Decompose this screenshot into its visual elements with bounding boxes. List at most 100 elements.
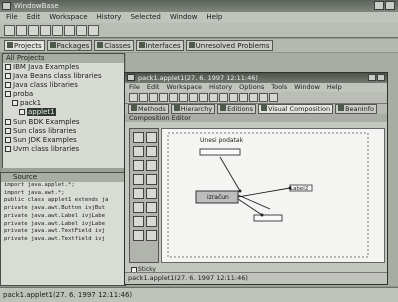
code-line[interactable]: private java.awt.Label ivjLabe — [1, 213, 125, 221]
class-icon — [19, 109, 25, 116]
align-top-icon[interactable] — [189, 93, 198, 102]
save-icon[interactable] — [139, 93, 148, 102]
tab-hierarchy[interactable]: Hierarchy — [170, 104, 216, 114]
tab-packages[interactable]: Packages — [46, 40, 93, 51]
composition-canvas[interactable]: Unesi podatak izračun Label2 — [161, 128, 385, 263]
input-textfield[interactable] — [199, 148, 241, 156]
code-line[interactable]: private java.awt.TextField ivj — [1, 228, 125, 236]
code-line[interactable]: import java.awt.*; — [1, 190, 125, 198]
palette-frame-icon[interactable] — [133, 202, 144, 213]
menu-workspace[interactable]: Workspace — [166, 83, 202, 92]
palette-choice-icon[interactable] — [133, 174, 144, 185]
tab-interfaces[interactable]: Interfaces — [135, 40, 184, 51]
palette-variable-icon[interactable] — [133, 216, 144, 227]
palette-checkbox-icon[interactable] — [133, 160, 144, 171]
tree-item[interactable]: Sun BDK Examples — [3, 118, 124, 127]
debug-icon[interactable] — [52, 25, 63, 36]
palette-canvas-icon[interactable] — [146, 188, 157, 199]
minimize-icon[interactable] — [368, 74, 376, 81]
class-icon[interactable] — [64, 25, 75, 36]
menu-edit[interactable]: Edit — [27, 12, 41, 23]
palette-menu-icon[interactable] — [146, 202, 157, 213]
tab-visual-composition[interactable]: Visual Composition — [258, 104, 334, 114]
menu-window[interactable]: Window — [170, 12, 198, 23]
tree-item[interactable]: Sun JDK Examples — [3, 136, 124, 145]
palette-bean-icon[interactable] — [133, 230, 144, 241]
align-center-icon[interactable] — [169, 93, 178, 102]
menu-window[interactable]: Window — [294, 83, 320, 92]
palette-button-icon[interactable] — [133, 132, 144, 143]
system-menu-icon[interactable] — [127, 74, 135, 81]
open-icon[interactable] — [4, 25, 15, 36]
menu-history[interactable]: History — [209, 83, 232, 92]
menu-help[interactable]: Help — [206, 12, 222, 23]
tree-item[interactable]: pack1 — [3, 99, 124, 108]
tree-item[interactable]: Java Beans class libraries — [3, 72, 124, 81]
tab-editions[interactable]: Editions — [217, 104, 257, 114]
tab-unresolved-problems[interactable]: Unresolved Problems — [185, 40, 273, 51]
menu-edit[interactable]: Edit — [147, 83, 160, 92]
tree-item[interactable]: Uvm class libraries — [3, 145, 124, 154]
project-icon — [5, 145, 11, 152]
grid-icon[interactable] — [229, 93, 238, 102]
connection-line[interactable] — [237, 198, 263, 216]
palette-panel-icon[interactable] — [146, 174, 157, 185]
align-left-icon[interactable] — [159, 93, 168, 102]
connections-icon[interactable] — [249, 93, 258, 102]
properties-icon[interactable] — [239, 93, 248, 102]
tab-classes[interactable]: Classes — [94, 40, 134, 51]
palette-textarea-icon[interactable] — [146, 146, 157, 157]
palette-label-icon[interactable] — [146, 132, 157, 143]
method-icon[interactable] — [76, 25, 87, 36]
menu-selected[interactable]: Selected — [130, 12, 160, 23]
menu-file[interactable]: File — [6, 12, 18, 23]
tree-item[interactable]: Sun class libraries — [3, 127, 124, 136]
menu-history[interactable]: History — [97, 12, 122, 23]
package-icon[interactable] — [88, 25, 99, 36]
prompt-label[interactable]: Unesi podatak — [200, 137, 244, 144]
tab-methods[interactable]: Methods — [128, 104, 169, 114]
run-icon[interactable] — [149, 93, 158, 102]
align-right-icon[interactable] — [179, 93, 188, 102]
align-bottom-icon[interactable] — [199, 93, 208, 102]
minimize-icon[interactable] — [374, 1, 384, 10]
size-icon[interactable] — [219, 93, 228, 102]
menu-file[interactable]: File — [129, 83, 140, 92]
open-icon[interactable] — [129, 93, 138, 102]
menu-options[interactable]: Options — [239, 83, 264, 92]
code-line[interactable]: import java.applet.*; — [1, 182, 125, 190]
search-icon[interactable] — [28, 25, 39, 36]
code-line[interactable]: private java.awt.Textfield ivj — [1, 236, 125, 244]
tree-item[interactable]: IBM Java Examples — [3, 63, 124, 72]
result-textfield[interactable] — [253, 214, 283, 222]
maximize-icon[interactable] — [385, 1, 395, 10]
menu-workspace[interactable]: Workspace — [49, 12, 87, 23]
palette-scrollbar-icon[interactable] — [133, 188, 144, 199]
system-menu-icon[interactable] — [2, 2, 11, 10]
palette-list-icon[interactable] — [146, 160, 157, 171]
connection-line[interactable] — [237, 187, 291, 198]
pin-icon[interactable] — [269, 93, 278, 102]
run-icon[interactable] — [40, 25, 51, 36]
tab-beaninfo[interactable]: BeanInfo — [335, 104, 378, 114]
code-line[interactable]: private java.awt.Button ivjBut — [1, 205, 125, 213]
connection-line[interactable] — [219, 156, 241, 192]
main-title-bar[interactable]: WindowBase — [0, 0, 398, 12]
tab-projects[interactable]: Projects — [4, 40, 45, 51]
save-icon[interactable] — [16, 25, 27, 36]
connection-endpoint — [288, 186, 292, 190]
menu-help[interactable]: Help — [327, 83, 342, 92]
code-line[interactable]: private java.awt.Label ivjLabe — [1, 221, 125, 229]
palette-selection-icon[interactable] — [146, 230, 157, 241]
distribute-icon[interactable] — [209, 93, 218, 102]
palette-textfield-icon[interactable] — [133, 146, 144, 157]
maximize-icon[interactable] — [377, 74, 385, 81]
code-line[interactable]: public class applet1 extends ja — [1, 197, 125, 205]
tree-item[interactable]: Java class libraries — [3, 81, 124, 90]
bean-icon[interactable] — [259, 93, 268, 102]
tree-item[interactable]: proba — [3, 90, 124, 99]
tree-item[interactable]: applet1 — [3, 108, 124, 117]
composition-title-bar[interactable]: pack1.applet1(27. 6. 1997 12:11:46) — [125, 73, 387, 83]
palette-factory-icon[interactable] — [146, 216, 157, 227]
menu-tools[interactable]: Tools — [271, 83, 287, 92]
